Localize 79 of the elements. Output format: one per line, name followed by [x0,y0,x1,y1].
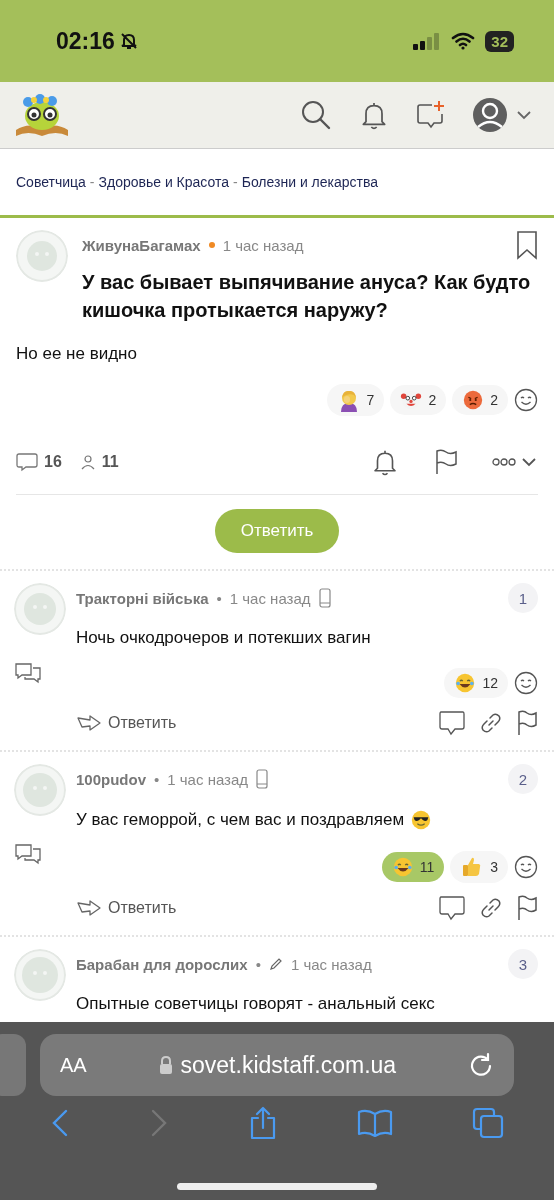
flag-icon[interactable] [434,449,458,475]
post-body: Но ее не видно [16,344,138,364]
laugh-emoji-icon [391,856,414,878]
reaction-button[interactable]: 3 [450,851,508,883]
reaction-button[interactable]: 7 [326,384,385,416]
sunglasses-emoji-icon [410,809,433,831]
post-time: 1 час назад [222,236,304,254]
author-name[interactable]: Барабан для дорослих [76,955,248,973]
author-name[interactable]: Тракторні війська [76,589,209,607]
owl-logo-drawing[interactable] [14,92,70,138]
more-options-icon[interactable] [492,455,538,469]
lock-icon [158,1056,173,1074]
flag-icon[interactable] [516,895,538,921]
quote-icon[interactable] [438,710,466,736]
account-avatar-icon[interactable] [472,97,508,133]
comment-number: 2 [508,764,538,794]
reaction-button[interactable]: 2 [452,385,508,415]
author-name[interactable]: ЖивунаБагамах [82,236,201,254]
breadcrumb-link[interactable]: Советчица [16,174,86,190]
reload-icon[interactable] [468,1052,494,1078]
reaction-count: 12 [482,675,498,691]
bullet: • [154,770,160,788]
person-icon [79,454,96,470]
clock: 02:16 [56,27,115,55]
battery-level: 32 [485,30,514,52]
bookmarks-icon[interactable] [357,1108,394,1138]
link-icon[interactable] [480,712,502,734]
comment-text: Опытные советчицы говорят - анальный секс [76,994,435,1014]
reply-link[interactable]: Ответить [76,899,177,917]
wifi-icon [451,32,476,50]
replies-icon[interactable] [14,661,42,685]
tabs-icon[interactable] [472,1107,505,1139]
comment-time: 1 час назад [290,955,372,973]
search-icon[interactable] [300,99,332,131]
reply-link[interactable]: Ответить [76,714,177,732]
quote-icon[interactable] [438,895,466,921]
add-reaction-icon[interactable] [514,671,538,695]
reply-arrow-icon[interactable] [76,899,102,917]
angry-emoji-icon [462,389,485,411]
reaction-count: 2 [490,392,498,408]
reaction-button[interactable]: 12 [444,668,508,698]
add-reaction-icon[interactable] [514,855,538,879]
breadcrumb-link[interactable]: Здоровье и Красота [98,174,230,190]
reaction-count: 7 [366,392,375,408]
reply-arrow-icon[interactable] [76,714,102,732]
reaction-count: 11 [419,859,435,875]
comment-text: У вас геморрой, с чем вас и поздравляем [76,810,405,830]
url-text: sovet.kidstaff.com.ua [180,1051,397,1079]
signal-icon [413,32,442,50]
caret-icon[interactable] [516,110,532,120]
breadcrumb-separator: - [89,174,95,190]
comment-time: 1 час назад [167,770,249,788]
bullet: • [255,955,261,973]
new-message-icon[interactable] [416,100,446,130]
breadcrumb-link[interactable]: Болезни и лекарства [241,174,379,190]
comment-number: 1 [508,583,538,613]
participants-count: 11 [101,453,119,471]
address-bar[interactable]: AA sovet.kidstaff.com.ua [40,1034,514,1096]
breadcrumb-separator: - [233,174,238,190]
laugh-emoji-icon [454,672,477,694]
author-name[interactable]: 100pudov [76,770,147,788]
flag-icon[interactable] [516,710,538,736]
reaction-count: 3 [490,859,498,875]
add-reaction-icon[interactable] [514,388,538,412]
replies-icon[interactable] [14,842,42,866]
reaction-count: 2 [428,392,437,408]
text-size-button[interactable]: AA [60,1053,87,1077]
bullet: • [216,589,222,607]
post-title: У вас бывает выпячивание ануса? Как будто кишочка протыкается наружу? [82,270,532,323]
comment-icon [16,452,38,472]
comments-count: 16 [44,453,62,471]
comment-number: 3 [508,949,538,979]
reaction-button[interactable]: 2 [390,385,447,415]
comment-time: 1 час назад [229,589,311,607]
comment-text: Ночь очкодрочеров и потекших вагин [76,628,371,648]
reaction-button[interactable]: 11 [381,852,445,882]
silent-bell-icon [118,31,139,51]
link-icon[interactable] [480,897,502,919]
bookmark-icon[interactable] [516,230,538,260]
